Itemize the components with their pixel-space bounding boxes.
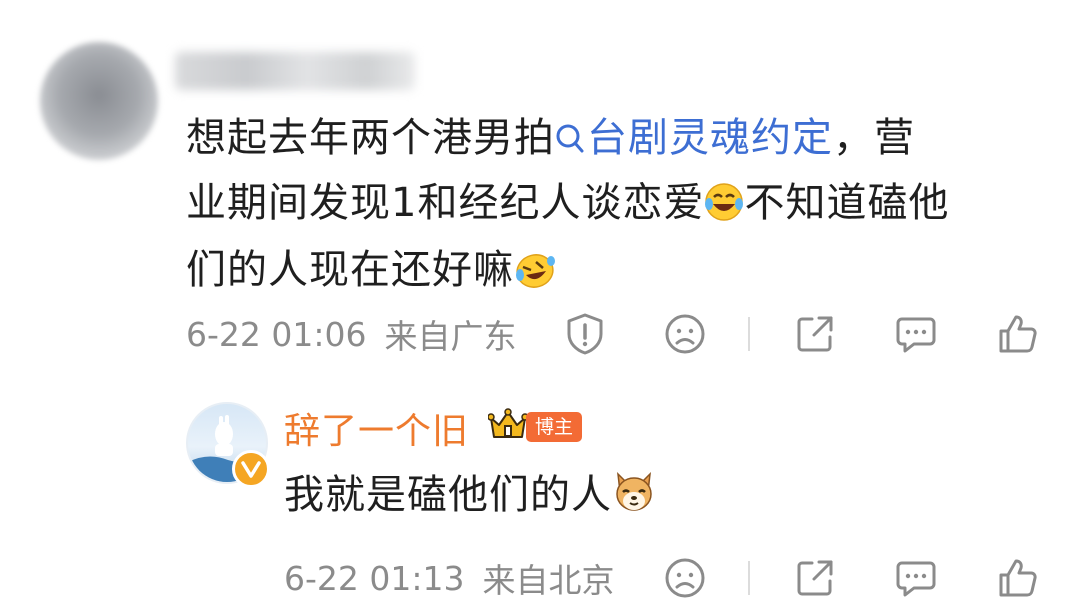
reply-meta: 6-22 01:13 来自北京 (284, 553, 615, 603)
action-divider (748, 317, 750, 351)
topic-link-label: 台剧灵魂约定 (587, 115, 833, 161)
share-icon[interactable] (792, 311, 838, 357)
report-icon[interactable] (562, 311, 608, 357)
reply-location: 来自北京 (482, 561, 615, 600)
reply-text: 我就是磕他们的人 (284, 472, 612, 518)
like-icon[interactable] (995, 311, 1041, 357)
dog-face-emoji-icon (612, 470, 656, 530)
crown-icon (487, 408, 529, 446)
dislike-icon[interactable] (662, 311, 708, 357)
search-icon (555, 112, 585, 173)
comment-time: 6-22 01:06 (186, 314, 367, 354)
commenter-name-blurred[interactable] (175, 52, 415, 90)
comment-location: 来自广东 (384, 317, 517, 356)
topic-link[interactable]: 台剧灵魂约定 (555, 115, 833, 161)
commenter-avatar[interactable] (40, 42, 158, 160)
comment-text-line2: 业期间发现1和经纪人谈恋爱 (186, 180, 705, 226)
reply-time: 6-22 01:13 (284, 558, 465, 598)
laughing-tears-emoji-icon (704, 179, 744, 240)
comment-text-line3: 们的人现在还好嘛 (186, 247, 514, 293)
verified-icon (232, 450, 270, 488)
reply-author-name[interactable]: 辞了一个旧 (284, 402, 469, 454)
reply-like-icon[interactable] (995, 555, 1041, 601)
reply-icon[interactable] (893, 311, 939, 357)
reply-action-divider (748, 561, 750, 595)
blogger-badge: 博主 (526, 412, 583, 442)
reply-body: 我就是磕他们的人 (284, 466, 656, 530)
comment-text-start: 想起去年两个港男拍 (186, 115, 555, 161)
comment-text-line2-end: 不知道磕他 (744, 180, 950, 226)
reply-dislike-icon[interactable] (662, 555, 708, 601)
reply-share-icon[interactable] (792, 555, 838, 601)
comment-text-line1-end: ，营 (833, 115, 915, 161)
reply-reply-icon[interactable] (893, 555, 939, 601)
comment-meta: 6-22 01:06 来自广东 (186, 309, 517, 359)
crying-laugh-emoji-icon (514, 246, 556, 307)
comment-body: 想起去年两个港男拍 台剧灵魂约定，营 业期间发现1和经纪人谈恋爱 不知道磕他 们的人… (186, 108, 1046, 307)
